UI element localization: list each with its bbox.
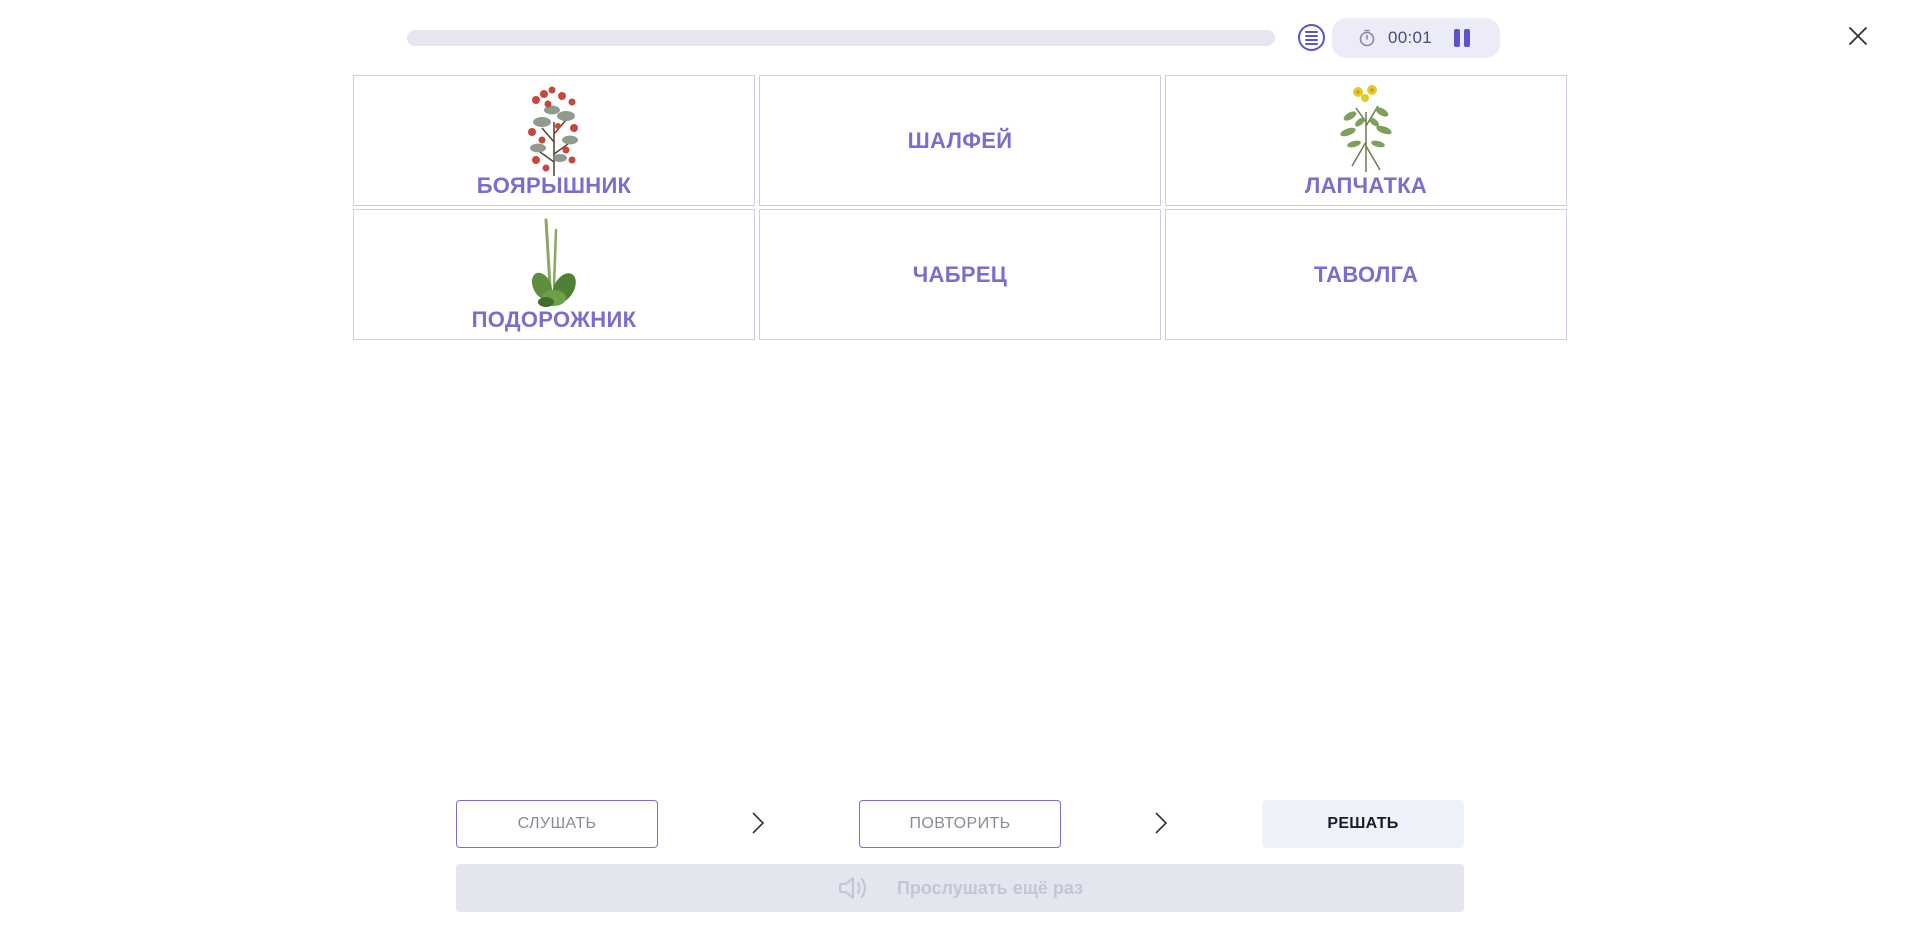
game-screen: 00:01 БОЯРЫШНИК ШАЛФЕЙ ЛАПЧАТКА ПОДОРОЖН…	[0, 0, 1920, 941]
timer-value: 00:01	[1388, 28, 1433, 47]
card-label: ТАВОЛГА	[1313, 261, 1419, 287]
pause-icon	[1454, 29, 1461, 47]
repeat-button[interactable]: ПОВТОРИТЬ	[859, 800, 1061, 848]
card-sage[interactable]: ШАЛФЕЙ	[759, 75, 1161, 206]
speaker-icon	[838, 877, 866, 899]
card-thyme[interactable]: ЧАБРЕЦ	[759, 209, 1161, 340]
stopwatch-icon	[1358, 29, 1376, 47]
list-button[interactable]	[1298, 24, 1325, 51]
timer-panel: 00:01	[1332, 18, 1500, 58]
card-label: ШАЛФЕЙ	[907, 127, 1013, 153]
solve-button[interactable]: РЕШАТЬ	[1262, 800, 1464, 848]
card-cinquefoil[interactable]: ЛАПЧАТКА	[1165, 75, 1567, 206]
card-hawthorn[interactable]: БОЯРЫШНИК	[353, 75, 755, 206]
listen-button[interactable]: СЛУШАТЬ	[456, 800, 658, 848]
plantain-illustration	[524, 216, 584, 317]
hawthorn-illustration	[522, 82, 586, 183]
progress-bar	[407, 30, 1275, 46]
pause-button[interactable]	[1454, 29, 1472, 47]
close-button[interactable]	[1846, 24, 1870, 48]
list-icon	[1305, 30, 1318, 45]
chevron-right-icon	[752, 812, 765, 834]
card-meadowsweet[interactable]: ТАВОЛГА	[1165, 209, 1567, 340]
card-plantain[interactable]: ПОДОРОЖНИК	[353, 209, 755, 340]
chevron-right-icon	[1155, 812, 1168, 834]
close-icon	[1849, 27, 1867, 45]
listen-again-label: Прослушать ещё раз	[896, 877, 1084, 898]
listen-again-button[interactable]: Прослушать ещё раз	[456, 864, 1464, 912]
card-label: ЧАБРЕЦ	[912, 261, 1008, 287]
cinquefoil-illustration	[1334, 82, 1398, 179]
